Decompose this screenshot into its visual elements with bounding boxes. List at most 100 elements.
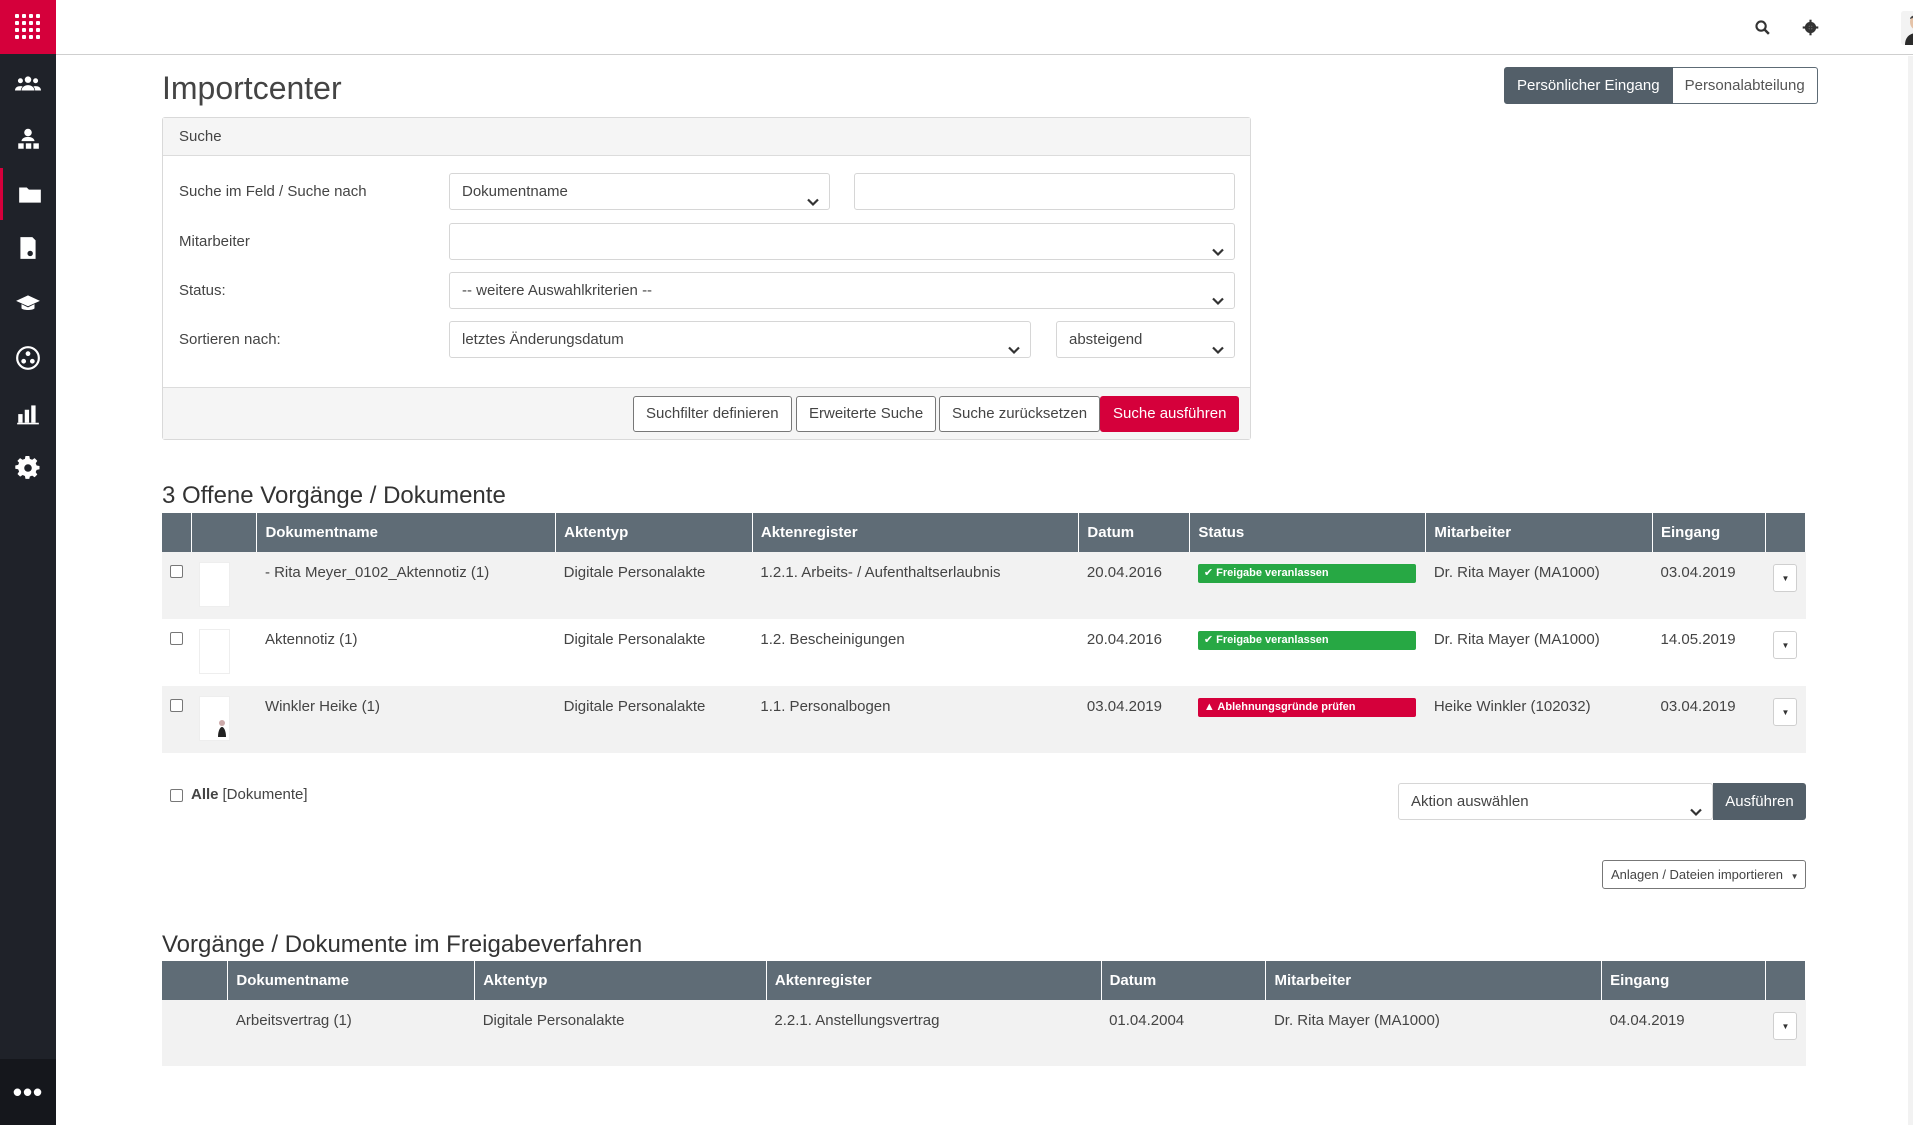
column-aktentyp[interactable]: Aktentyp (555, 513, 753, 552)
column-datum[interactable]: Datum (1101, 961, 1267, 1000)
column-eingang[interactable]: Eingang (1601, 961, 1766, 1000)
sidebar-item-reports[interactable] (0, 387, 56, 439)
select-all-label[interactable]: Alle (191, 786, 219, 803)
table-row[interactable]: - Rita Meyer_0102_Aktennotiz (1) Digital… (162, 552, 1806, 619)
row-menu-button[interactable]: ▼ (1773, 1012, 1798, 1040)
column-dokumentname[interactable]: Dokumentname (227, 961, 476, 1000)
column-aktenregister[interactable]: Aktenregister (766, 961, 1102, 1000)
sort-label: Sortieren nach: (179, 331, 281, 348)
status-select[interactable]: -- weitere Auswahlkriterien -- (449, 272, 1235, 309)
sidebar-item-importcenter[interactable] (0, 168, 56, 220)
document-thumbnail[interactable] (199, 696, 230, 741)
graduation-cap-icon (16, 295, 40, 311)
status-badge[interactable]: ✔ Freigabe veranlassen (1197, 631, 1416, 650)
reset-search-button[interactable]: Suche zurücksetzen (939, 396, 1101, 432)
column-mitarbeiter[interactable]: Mitarbeiter (1265, 961, 1603, 1000)
status-badge[interactable]: ▲ Ablehnungsgründe prüfen (1197, 698, 1416, 717)
sidebar-item-documents[interactable] (0, 222, 56, 274)
open-docs-title: 3 Offene Vorgänge / Dokumente (162, 482, 506, 509)
import-files-button[interactable]: Anlagen / Dateien importieren ▼ (1602, 860, 1806, 889)
more-menu-button[interactable]: ••• (0, 1059, 56, 1125)
column-preview (162, 961, 229, 1000)
status-select-value: -- weitere Auswahlkriterien -- (462, 282, 653, 299)
search-button[interactable] (1751, 16, 1773, 38)
row-checkbox[interactable] (170, 632, 183, 645)
column-datum[interactable]: Datum (1078, 513, 1191, 552)
row-menu-button[interactable]: ▼ (1773, 564, 1798, 592)
cell-inbox: 03.04.2019 (1652, 552, 1766, 619)
document-thumbnail[interactable] (199, 629, 230, 674)
warning-icon: ▲ (1203, 701, 1218, 713)
document-thumbnail[interactable] (199, 562, 230, 607)
cell-register: 1.2.1. Arbeits- / Aufenthaltserlaubnis (752, 552, 1079, 619)
person-thumbnail-icon (218, 720, 226, 737)
team-icon (15, 76, 41, 91)
select-all-checkbox[interactable] (170, 788, 183, 802)
search-panel: Suche Suche im Feld / Suche nach Dokumen… (162, 117, 1251, 440)
status-badge[interactable]: ✔ Freigabe veranlassen (1197, 564, 1416, 583)
define-filter-button[interactable]: Suchfilter definieren (633, 396, 792, 432)
sidebar-item-team[interactable] (0, 58, 56, 110)
search-field-select[interactable]: Dokumentname (449, 173, 830, 210)
cell-date: 03.04.2019 (1078, 686, 1190, 753)
column-aktentyp[interactable]: Aktentyp (474, 961, 767, 1000)
cell-type: Digitale Personalakte (563, 631, 706, 648)
execute-action-button[interactable]: Ausführen (1713, 783, 1806, 820)
toggle-personal-inbox[interactable]: Persönlicher Eingang (1504, 67, 1673, 104)
sidebar-item-training[interactable] (0, 277, 56, 329)
sidebar-item-settings[interactable] (0, 442, 56, 494)
row-checkbox[interactable] (170, 699, 183, 712)
cell-type: Digitale Personalakte (474, 1000, 767, 1066)
column-dokumentname[interactable]: Dokumentname (256, 513, 557, 552)
chevron-down-icon (1008, 334, 1020, 355)
table-row[interactable]: Arbeitsvertrag (1) Digitale Personalakte… (162, 1000, 1806, 1066)
cell-name[interactable]: Arbeitsvertrag (1) (227, 1000, 475, 1066)
app-logo[interactable] (0, 0, 56, 54)
search-panel-footer: Suchfilter definieren Erweiterte Suche S… (163, 387, 1250, 439)
table-header-row: Dokumentname Aktentyp Aktenregister Datu… (162, 513, 1807, 552)
toggle-hr-department[interactable]: Personalabteilung (1672, 67, 1818, 104)
cell-inbox: 04.04.2019 (1601, 1000, 1766, 1066)
execute-search-button[interactable]: Suche ausführen (1100, 396, 1240, 432)
action-select[interactable]: Aktion auswählen (1398, 783, 1713, 820)
user-avatar[interactable] (1901, 11, 1913, 45)
document-icon (20, 237, 36, 259)
search-term-input[interactable] (854, 173, 1235, 210)
chevron-down-icon (807, 186, 819, 207)
table-row[interactable]: Aktennotiz (1) Digitale Personalakte 1.2… (162, 619, 1806, 686)
settings-button[interactable] (1799, 16, 1821, 38)
cell-name[interactable]: Winkler Heike (1) (256, 686, 556, 753)
sidebar-item-network[interactable] (0, 332, 56, 384)
cell-date: 01.04.2004 (1101, 1000, 1266, 1066)
advanced-search-button[interactable]: Erweiterte Suche (796, 396, 937, 432)
chevron-down-icon (1690, 796, 1702, 817)
column-aktenregister[interactable]: Aktenregister (752, 513, 1080, 552)
cell-register: 1.2. Bescheinigungen (760, 631, 905, 648)
employee-select[interactable] (449, 223, 1235, 260)
scrollbar[interactable] (1908, 56, 1913, 1125)
row-menu-button[interactable]: ▼ (1773, 698, 1798, 726)
cell-name[interactable]: Aktennotiz (1) (257, 619, 556, 686)
column-mitarbeiter[interactable]: Mitarbeiter (1425, 513, 1653, 552)
cell-date: 20.04.2016 (1078, 552, 1190, 619)
sort-field-select[interactable]: letztes Änderungsdatum (449, 321, 1031, 358)
row-checkbox[interactable] (170, 565, 183, 578)
cell-type: Digitale Personalakte (555, 552, 753, 619)
column-preview (191, 513, 258, 552)
column-status[interactable]: Status (1189, 513, 1427, 552)
column-eingang[interactable]: Eingang (1652, 513, 1766, 552)
row-menu-button[interactable]: ▼ (1773, 631, 1798, 659)
cell-employee: Heike Winkler (102032) (1425, 686, 1653, 753)
sort-direction-select[interactable]: absteigend (1056, 321, 1235, 358)
sidebar: ••• (0, 0, 56, 1125)
table-row[interactable]: Winkler Heike (1) Digitale Personalakte … (162, 686, 1806, 753)
caret-down-icon: ▼ (1781, 707, 1790, 717)
sort-direction-value: absteigend (1069, 331, 1143, 348)
folder-icon (18, 187, 41, 203)
gear-icon (1802, 19, 1818, 35)
employee-label: Mitarbeiter (179, 233, 250, 250)
status-text: Freigabe veranlassen (1216, 634, 1329, 646)
cell-name[interactable]: - Rita Meyer_0102_Aktennotiz (1) (256, 552, 556, 619)
sidebar-item-organization[interactable] (0, 113, 56, 165)
cell-register: 1.1. Personalbogen (752, 686, 1079, 753)
